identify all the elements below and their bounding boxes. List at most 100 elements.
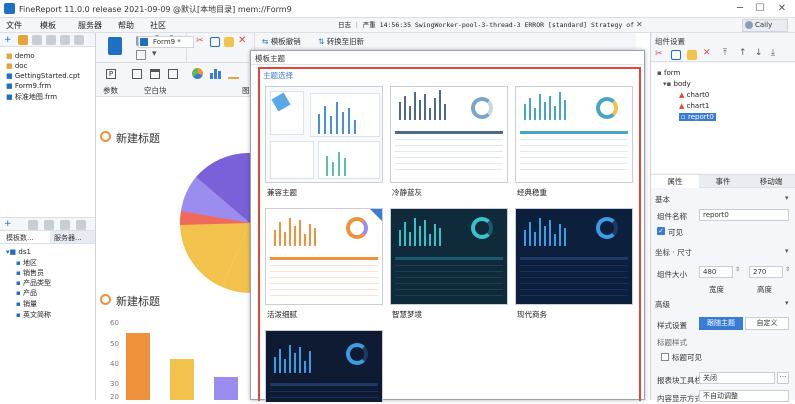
theme-card[interactable]: 兼容主题 [265,86,383,198]
theme-card[interactable]: 活泼细腻 [265,208,383,320]
tree-node-body[interactable]: ▾▪ body [663,80,691,88]
height-input[interactable]: 270 [749,266,783,278]
delete-widget-icon[interactable]: ✕ [238,35,246,46]
more-options-icon[interactable]: ··· [777,372,789,384]
delete-icon[interactable] [46,35,56,45]
param-icon[interactable]: P [106,69,116,79]
delete-component-icon[interactable]: ✕ [703,48,711,58]
title-circle-icon [100,294,111,305]
pie-chart-icon[interactable] [192,68,203,79]
add-file-icon[interactable]: + [4,35,12,45]
title-visible-checkbox[interactable] [661,353,669,361]
param-label: 参数 [103,86,118,95]
close-icon[interactable]: ✕ [775,2,789,16]
dataset-field[interactable]: ▪ 地区 [16,258,37,268]
minimize-icon[interactable]: ─ [733,2,747,16]
file-tree-item[interactable]: ■ 标准地图.frm [6,92,57,102]
tree-node-form[interactable]: ▪ form [657,69,680,77]
menu-item-file[interactable]: 文件 [6,20,22,31]
add-dataset-icon[interactable]: + [4,219,12,229]
edit-icon[interactable] [32,35,42,45]
user-account[interactable]: Caily [742,19,788,32]
absolute-layout-icon[interactable] [132,69,142,79]
grid-layout-icon[interactable] [168,69,178,79]
menu-item-community[interactable]: 社区 [150,20,166,31]
component-name-input[interactable]: report0 [699,209,789,221]
pie-chart[interactable] [166,153,250,293]
tab-properties[interactable]: 属性 [651,175,699,188]
theme-card[interactable]: 经典稳重 [515,86,633,198]
menu-item-help[interactable]: 帮助 [118,20,134,31]
dataset-field[interactable]: ▪ 产品 [16,288,37,298]
theme-card[interactable]: 现代商务 [515,208,633,320]
advanced-section[interactable]: 高级 [655,299,670,310]
content-display-select[interactable]: 不自动调整 [699,390,789,402]
copy-widget-icon[interactable] [210,37,220,47]
cut-component-icon[interactable]: ✂ [655,49,663,59]
dataset-field[interactable]: ▪ 产品类型 [16,278,51,288]
edit-dataset-icon[interactable] [28,220,38,230]
tab-events[interactable]: 事件 [699,175,747,188]
file-tree-item[interactable]: ■ GettingStarted.cpt [6,72,80,80]
template-arrow-icon[interactable]: ▾ [152,49,157,59]
dataset-field[interactable]: ▪ 销量 [16,299,37,309]
copy-icon[interactable] [60,35,70,45]
line-chart-icon[interactable] [228,68,239,79]
theme-card[interactable]: 智慧梦境 [390,208,508,320]
open-folder-icon[interactable] [18,35,28,45]
tab-server-data[interactable]: 服务器... [50,231,95,243]
coordinate-section[interactable]: 坐标 · 尺寸 [655,247,692,258]
menu-item-server[interactable]: 服务器 [78,20,102,31]
template-icon[interactable] [108,37,122,55]
copy-component-icon[interactable] [671,50,681,60]
width-stepper-icon[interactable]: ⇕ [735,266,740,273]
theme-card[interactable] [265,330,383,402]
height-stepper-icon[interactable]: ⇕ [785,266,790,273]
tree-node-chart0[interactable]: ▲ chart0 [679,91,709,99]
file-toolbar: + [0,33,95,47]
visible-checkbox[interactable]: ✓ [657,227,665,235]
dataset-field[interactable]: ▪ 英文简称 [16,310,51,320]
tree-node-chart1[interactable]: ▲ chart1 [679,102,709,110]
move-up-icon[interactable]: ↑ [739,48,747,58]
refresh-dataset-icon[interactable] [76,220,86,230]
tree-node-report0[interactable]: ▫ report0 [679,113,716,121]
follow-theme-button[interactable]: 跟随主题 [699,317,743,330]
paste-component-icon[interactable] [687,50,697,60]
report-toolbar-select[interactable]: 关闭 [699,372,775,384]
chart-title-1[interactable]: 新建标题 [116,130,160,146]
file-tree-item[interactable]: ■ doc [6,62,27,70]
menu-item-template[interactable]: 模板 [40,20,56,31]
preview-dataset-icon[interactable] [60,220,70,230]
cut-icon[interactable]: ✂ [196,36,204,46]
tab-template-data[interactable]: 模板数... [6,233,34,243]
width-input[interactable]: 480 [699,266,733,278]
collapse-icon[interactable]: ▾ [785,194,789,202]
log-close-icon[interactable]: ✕ [636,20,646,30]
custom-style-button[interactable]: 自定义 [745,317,789,330]
tab-layout-icon[interactable] [150,69,160,79]
delete-dataset-icon[interactable] [44,220,54,230]
undo-history-button[interactable]: ⇆ 模板撤销 [262,36,301,47]
file-tree-item[interactable]: ■ Form9.frm [6,82,51,90]
log-label[interactable]: 日志 [338,21,351,29]
collapse-icon[interactable]: ▾ [785,247,789,255]
chart-title-2[interactable]: 新建标题 [116,293,160,309]
locate-icon[interactable] [74,35,84,45]
collapse-icon[interactable]: ▾ [785,299,789,307]
design-canvas[interactable]: 新建标题 新建标题 60 50 40 30 20 [96,97,250,401]
move-down-icon[interactable]: ↓ [755,48,763,58]
move-top-icon[interactable]: ⤒ [723,48,727,58]
preview-icon[interactable] [136,50,146,60]
maximize-icon[interactable]: ☐ [753,2,767,16]
theme-card[interactable]: 冷静蓝灰 [390,86,508,198]
tab-mobile[interactable]: 移动端 [747,175,795,188]
dataset-node[interactable]: ▾■ ds1 [6,248,31,256]
bar-chart-icon[interactable] [210,68,221,79]
dataset-field[interactable]: ▪ 销售员 [16,268,44,278]
basic-section[interactable]: 基本 [655,194,670,205]
move-bottom-icon[interactable]: ⤓ [771,48,775,58]
file-tree-item[interactable]: ■ demo [6,52,35,60]
paste-icon[interactable] [224,37,234,47]
convert-button[interactable]: ⇅ 转换至旧新 [318,36,364,47]
